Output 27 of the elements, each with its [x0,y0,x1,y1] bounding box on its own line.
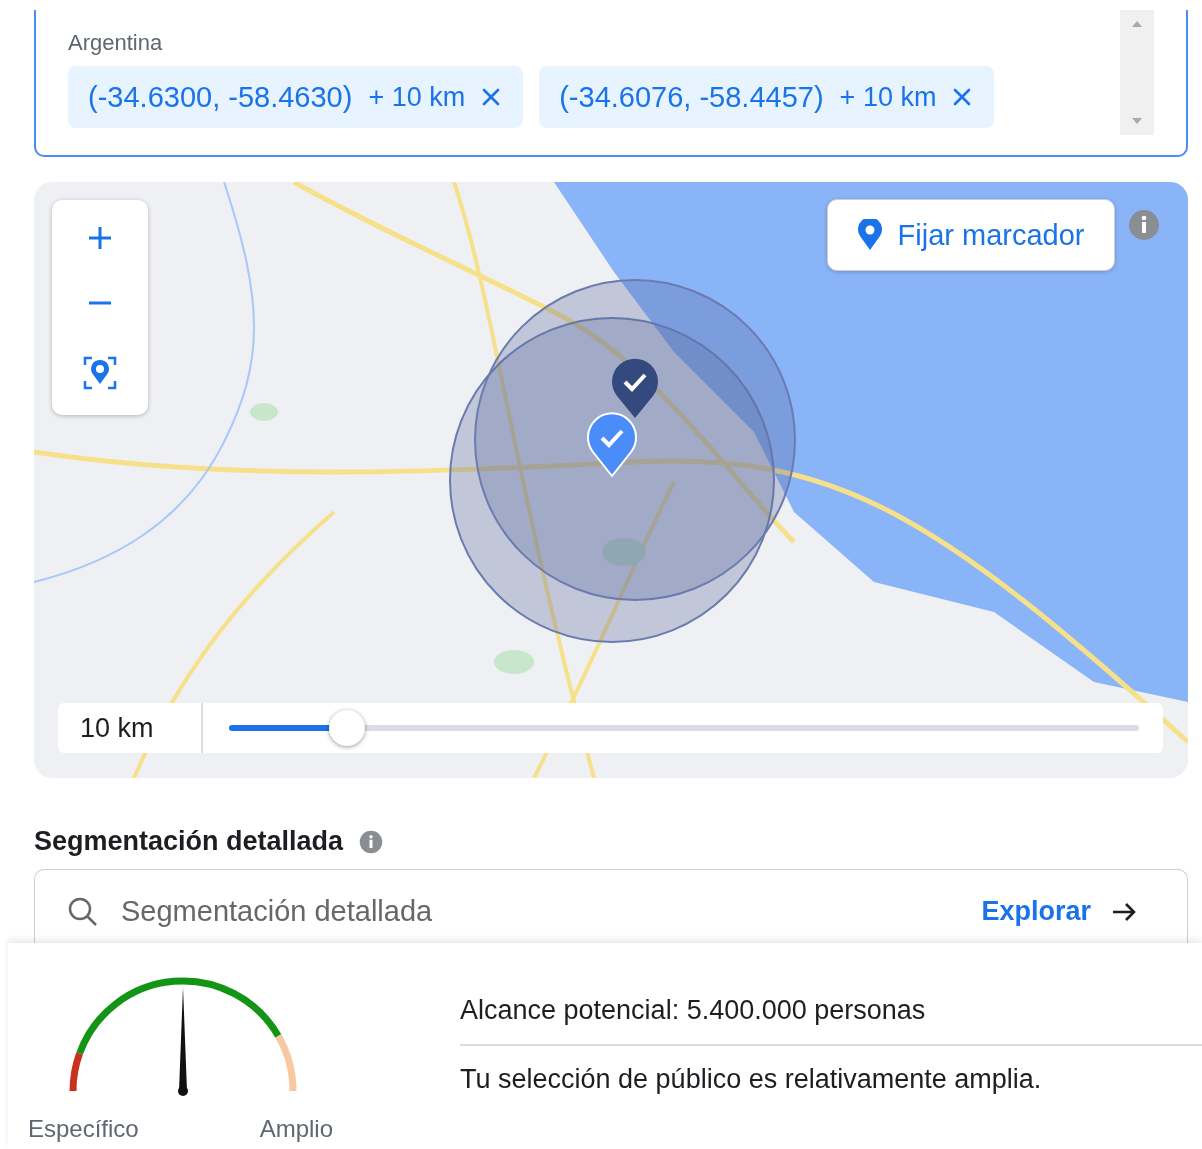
location-chip[interactable]: (-34.6300, -58.4630) + 10 km [68,66,524,128]
set-marker-button[interactable]: Fijar marcador [827,199,1115,271]
potential-reach: Alcance potencial: 5.400.000 personas [460,995,1202,1046]
country-label: Argentina [68,30,164,56]
close-icon[interactable] [481,87,502,107]
explore-link[interactable]: Explorar [981,896,1091,927]
slider-thumb[interactable] [329,710,366,746]
arrow-right-icon[interactable] [1111,901,1137,922]
info-icon[interactable] [1128,209,1160,241]
zoom-out-icon[interactable] [87,301,113,306]
section-title: Segmentación detallada [34,826,344,857]
scroll-down-icon[interactable] [1131,117,1143,125]
search-field[interactable]: Segmentación detallada Explorar [34,869,1188,943]
audience-description: Tu selección de público es relativamente amplia. [460,1064,1043,1095]
locate-icon[interactable] [83,355,117,390]
gauge-max-label: Amplio [259,1115,333,1143]
scroll-up-icon[interactable] [1131,20,1143,28]
map-pin-icon[interactable] [612,358,658,418]
radius-value: 10 km [58,703,203,753]
location-pin-icon [857,219,882,251]
location-chip[interactable]: (-34.6076, -58.4457) + 10 km [539,66,995,128]
search-icon [67,895,99,928]
info-icon[interactable] [359,829,384,854]
scrollbar[interactable] [1120,10,1154,135]
gauge-min-label: Específico [28,1115,139,1143]
close-icon[interactable] [952,87,973,107]
zoom-in-icon[interactable] [87,225,113,252]
